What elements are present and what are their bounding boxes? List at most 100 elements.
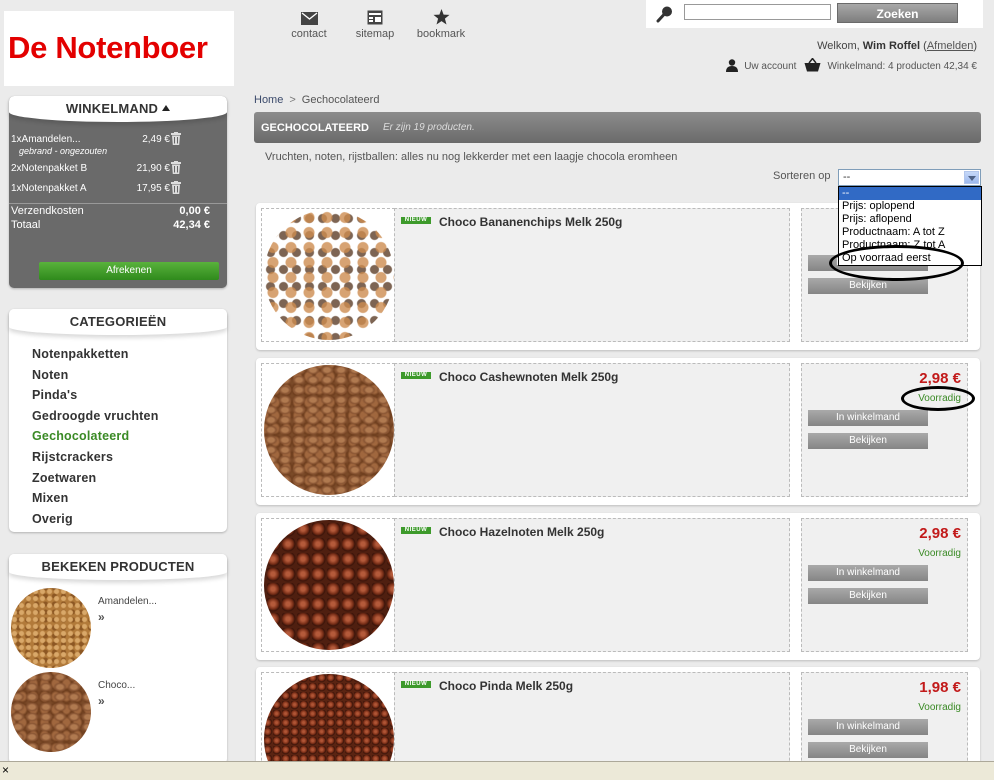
top-nav: contact sitemap bookmark xyxy=(280,3,478,40)
welcome-line: Welkom, Wim Roffel (Afmelden) xyxy=(817,40,977,52)
sort-label: Sorteren op xyxy=(773,170,831,182)
nav-sitemap[interactable]: sitemap xyxy=(346,3,404,40)
basket-icon[interactable] xyxy=(804,57,821,75)
breadcrumb-separator: > xyxy=(289,94,296,106)
search-input[interactable] xyxy=(684,4,831,20)
product-info: NIEUW Choco Hazelnoten Melk 250g xyxy=(394,518,790,652)
viewed-product-name[interactable]: Amandelen... xyxy=(98,596,157,607)
view-product-button[interactable]: Bekijken xyxy=(808,742,928,758)
product-info: NIEUW Choco Bananenchips Melk 250g xyxy=(394,208,790,342)
product-name[interactable]: Choco Hazelnoten Melk 250g xyxy=(439,525,604,539)
product-buy-box: 2,98 € Voorradig In winkelmand Bekijken xyxy=(801,518,968,652)
sort-option[interactable]: Productnaam: A tot Z xyxy=(839,226,981,239)
double-arrow-icon[interactable]: » xyxy=(98,610,105,624)
double-arrow-icon[interactable]: » xyxy=(98,694,105,708)
product-info: NIEUW Choco Cashewnoten Melk 250g xyxy=(394,363,790,497)
shipping-value: 0,00 € xyxy=(179,205,210,217)
category-title: GECHOCOLATEERD xyxy=(261,122,369,134)
user-icon[interactable] xyxy=(726,58,739,75)
category-item[interactable]: Mixen xyxy=(32,491,227,512)
view-product-button[interactable]: Bekijken xyxy=(808,433,928,449)
cart-summary-link[interactable]: Winkelmand: 4 producten 42,34 € xyxy=(827,61,977,72)
add-to-cart-button[interactable]: In winkelmand xyxy=(808,410,928,426)
welcome-text: Welkom, xyxy=(817,40,860,52)
cart-block: WINKELMAND 1xAmandelen... 2,49 € gebrand… xyxy=(9,96,227,288)
viewed-product-name[interactable]: Choco... xyxy=(98,680,135,691)
viewed-products-title: BEKEKEN PRODUCTEN xyxy=(9,554,227,580)
trash-icon[interactable] xyxy=(171,181,181,197)
total-value: 42,34 € xyxy=(173,219,210,231)
breadcrumb: Home > Gechocolateerd xyxy=(254,94,379,106)
product-name[interactable]: Choco Pinda Melk 250g xyxy=(439,679,573,693)
cart-item-price: 2,49 € xyxy=(142,134,170,145)
product-name[interactable]: Choco Cashewnoten Melk 250g xyxy=(439,370,618,384)
chevron-down-icon[interactable] xyxy=(964,171,979,184)
highlight-ellipse xyxy=(901,386,975,411)
product-image[interactable] xyxy=(264,520,394,650)
nav-contact[interactable]: contact xyxy=(280,3,338,40)
category-item[interactable]: Zoetwaren xyxy=(32,471,227,492)
product-thumbnail[interactable] xyxy=(11,672,91,752)
cart-item-name[interactable]: 1xNotenpakket A xyxy=(11,183,87,194)
sort-option[interactable]: -- xyxy=(839,187,981,200)
viewed-product[interactable]: Choco... » xyxy=(9,664,227,752)
user-name: Wim Roffel xyxy=(862,40,921,52)
search-icon[interactable] xyxy=(656,5,674,26)
product-price: 1,98 € xyxy=(919,679,961,696)
cart-item: 1xNotenpakket A 17,95 € xyxy=(9,179,227,199)
stock-status: Voorradig xyxy=(918,548,961,559)
trash-icon[interactable] xyxy=(171,132,181,148)
category-description: Vruchten, noten, rijstballen: alles nu n… xyxy=(265,151,678,163)
new-badge: NIEUW xyxy=(401,527,431,534)
cart-item-price: 17,95 € xyxy=(136,183,170,194)
viewed-products-block: BEKEKEN PRODUCTEN Amandelen... » Choco..… xyxy=(9,554,227,764)
view-product-button[interactable]: Bekijken xyxy=(808,588,928,604)
search-bar: Zoeken xyxy=(646,0,983,28)
category-item[interactable]: Notenpakketten xyxy=(32,347,227,368)
envelope-icon xyxy=(280,3,338,25)
cart-total: Totaal 42,34 € xyxy=(9,218,227,232)
site-logo[interactable]: De Notenboer xyxy=(4,11,234,86)
cart-item-name[interactable]: 1xAmandelen... xyxy=(11,134,81,145)
cart-title-text: WINKELMAND xyxy=(65,101,159,116)
nav-bookmark-label: bookmark xyxy=(416,28,466,40)
cart-title[interactable]: WINKELMAND xyxy=(9,96,227,122)
product-image[interactable] xyxy=(264,365,394,495)
product-price: 2,98 € xyxy=(919,370,961,387)
add-to-cart-button[interactable]: In winkelmand xyxy=(808,565,928,581)
new-badge: NIEUW xyxy=(401,217,431,224)
product-thumbnail[interactable] xyxy=(11,588,91,668)
account-link[interactable]: Uw account xyxy=(744,61,796,72)
close-icon[interactable]: × xyxy=(2,763,9,777)
category-item[interactable]: Pinda's xyxy=(32,388,227,409)
sort-select[interactable]: -- xyxy=(838,169,981,186)
star-icon xyxy=(412,3,470,25)
search-button[interactable]: Zoeken xyxy=(837,3,958,23)
sort-option[interactable]: Prijs: oplopend xyxy=(839,200,981,213)
new-badge: NIEUW xyxy=(401,681,431,688)
checkout-button[interactable]: Afrekenen xyxy=(39,262,219,280)
trash-icon[interactable] xyxy=(171,161,181,177)
category-item[interactable]: Gedroogde vruchten xyxy=(32,409,227,430)
cart-item-name[interactable]: 2xNotenpakket B xyxy=(11,163,87,174)
product-card: NIEUW Choco Hazelnoten Melk 250g 2,98 € … xyxy=(256,513,980,660)
logout-link[interactable]: Afmelden xyxy=(927,40,973,52)
breadcrumb-home[interactable]: Home xyxy=(254,94,283,106)
sort-option[interactable]: Prijs: aflopend xyxy=(839,213,981,226)
nav-bookmark[interactable]: bookmark xyxy=(412,3,470,40)
category-item-active[interactable]: Gechocolateerd xyxy=(32,429,227,450)
highlight-ellipse xyxy=(829,245,964,281)
viewed-product[interactable]: Amandelen... » xyxy=(9,580,227,668)
product-image[interactable] xyxy=(264,210,394,340)
collapse-arrow-icon[interactable] xyxy=(162,105,171,111)
product-card: NIEUW Choco Cashewnoten Melk 250g 2,98 €… xyxy=(256,358,980,505)
add-to-cart-button[interactable]: In winkelmand xyxy=(808,719,928,735)
category-item[interactable]: Overig xyxy=(32,512,227,533)
category-item[interactable]: Noten xyxy=(32,368,227,389)
cart-item: 2xNotenpakket B 21,90 € xyxy=(9,159,227,179)
product-name[interactable]: Choco Bananenchips Melk 250g xyxy=(439,215,622,229)
browser-status-bar: × xyxy=(0,761,994,780)
category-item[interactable]: Rijstcrackers xyxy=(32,450,227,471)
product-image-frame xyxy=(261,518,395,652)
nav-sitemap-label: sitemap xyxy=(355,28,395,40)
